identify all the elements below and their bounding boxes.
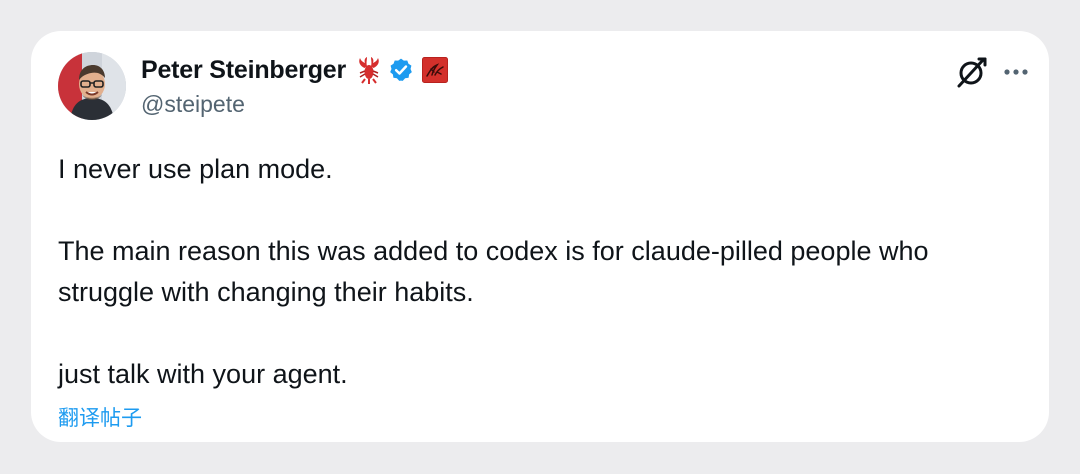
author-name-row: Peter Steinberger <box>141 53 449 87</box>
author-handle[interactable]: @steipete <box>141 91 245 118</box>
author-display-name[interactable]: Peter Steinberger <box>141 56 346 85</box>
avatar-image <box>58 52 126 120</box>
more-options-icon[interactable] <box>1001 57 1031 87</box>
affiliate-badge-icon[interactable] <box>422 57 449 83</box>
lobster-emoji-icon <box>356 56 382 84</box>
avatar[interactable] <box>58 52 126 120</box>
verified-badge-icon[interactable] <box>388 57 414 83</box>
grok-icon[interactable] <box>953 55 989 91</box>
tweet-paragraph: The main reason this was added to codex … <box>58 236 929 307</box>
translate-post-link[interactable]: 翻译帖子 <box>58 402 142 432</box>
tweet-paragraph: I never use plan mode. <box>58 154 333 184</box>
tweet-text: I never use plan mode. The main reason t… <box>58 149 1018 395</box>
tweet-card: Peter Steinberger @steipete I never use … <box>31 31 1049 442</box>
tweet-paragraph: just talk with your agent. <box>58 359 348 389</box>
